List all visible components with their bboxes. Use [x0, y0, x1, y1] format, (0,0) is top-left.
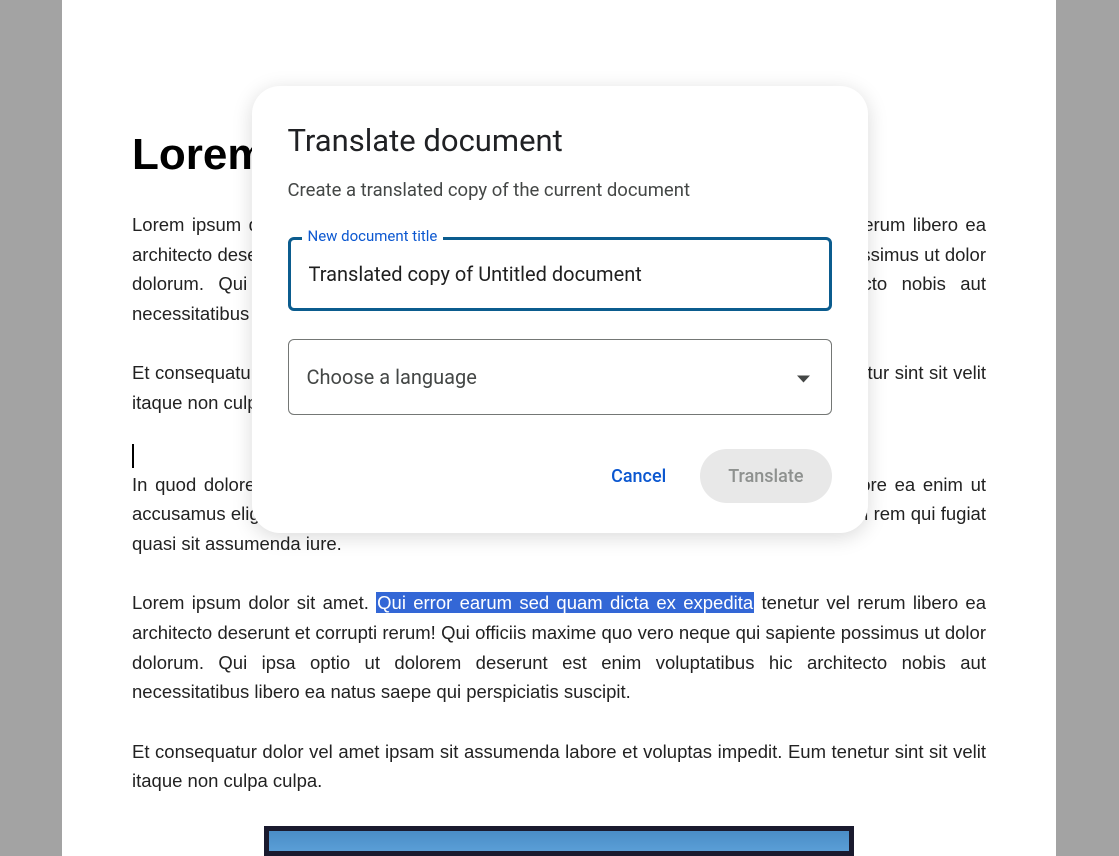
translate-button[interactable]: Translate [700, 449, 831, 503]
dialog-button-row: Cancel Translate [288, 449, 832, 503]
translate-dialog: Translate document Create a translated c… [252, 86, 868, 533]
language-select[interactable]: Choose a language [288, 339, 832, 415]
title-input-label: New document title [302, 227, 444, 245]
document-image[interactable] [264, 826, 854, 856]
language-select-group: Choose a language [288, 339, 832, 415]
dialog-subtitle: Create a translated copy of the current … [288, 179, 832, 201]
title-input-group: New document title [288, 237, 832, 311]
cancel-button[interactable]: Cancel [593, 454, 684, 499]
document-title-input[interactable] [288, 237, 832, 311]
modal-overlay: Translate document Create a translated c… [0, 0, 1119, 799]
dialog-title: Translate document [288, 122, 832, 159]
